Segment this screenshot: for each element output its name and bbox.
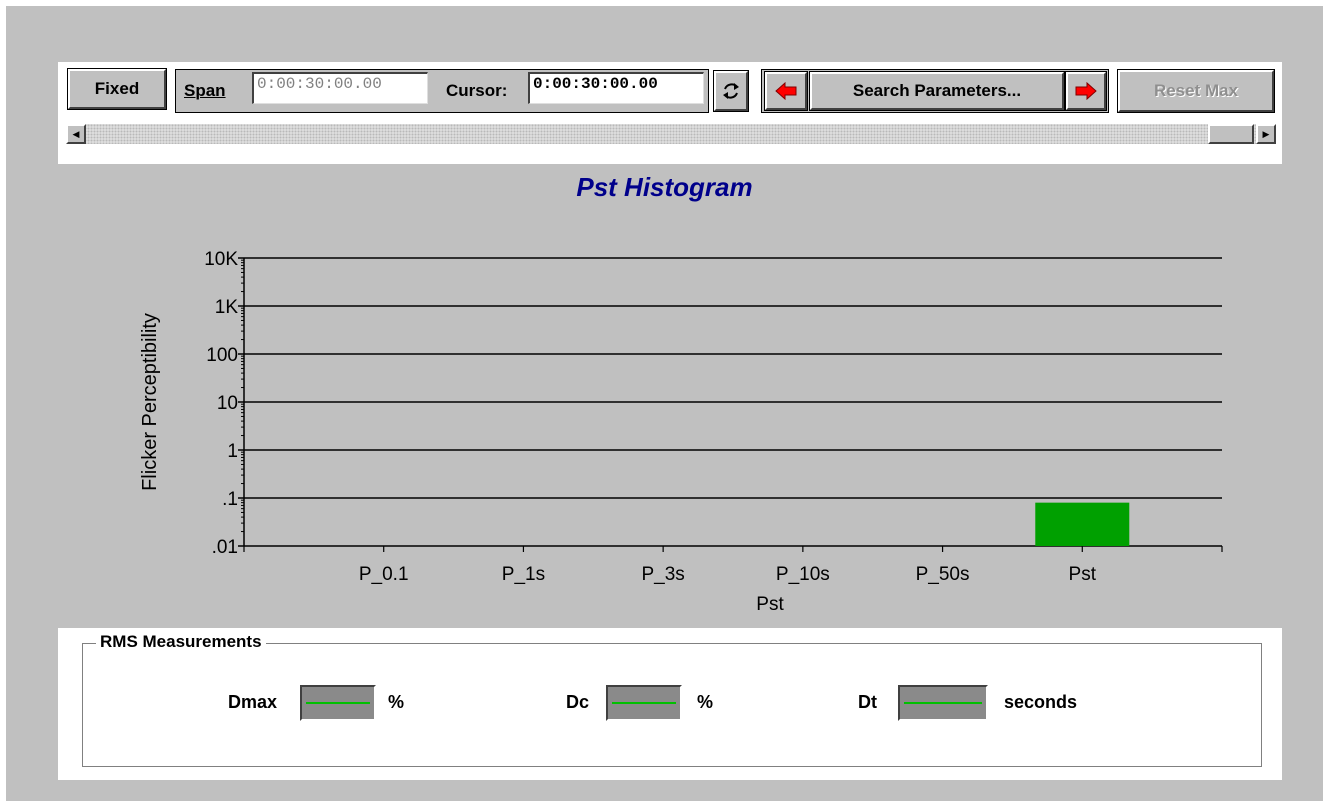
y-tick-label: .01: [212, 537, 238, 558]
x-tick-label: P_1s: [502, 564, 545, 585]
x-tick-label: P_50s: [916, 564, 970, 585]
dmax-meter: [300, 685, 376, 721]
dt-label: Dt: [858, 692, 877, 712]
y-tick-label: 100: [206, 345, 238, 366]
bar-pst: [1035, 502, 1130, 546]
y-tick-label: 10K: [204, 249, 238, 270]
x-axis-label: Pst: [756, 594, 784, 615]
dt-unit: seconds: [1004, 692, 1078, 712]
y-axis-label: Flicker Perceptibility: [139, 313, 161, 491]
dmax-label: Dmax: [228, 692, 278, 712]
dmax-unit: %: [388, 692, 405, 712]
dt-meter: [898, 685, 988, 721]
y-tick-label: .1: [222, 489, 238, 510]
dc-label: Dc: [566, 692, 590, 712]
dc-meter: [606, 685, 682, 721]
dc-unit: %: [697, 692, 714, 712]
y-tick-label: 1K: [215, 297, 239, 318]
x-tick-label: P_3s: [641, 564, 684, 585]
x-tick-label: P_10s: [776, 564, 830, 585]
y-tick-label: 1: [227, 441, 238, 462]
y-tick-label: 10: [217, 393, 238, 414]
x-tick-label: Pst: [1069, 564, 1097, 585]
rms-title: RMS Measurements: [96, 632, 266, 652]
x-tick-label: P_0.1: [359, 564, 409, 585]
